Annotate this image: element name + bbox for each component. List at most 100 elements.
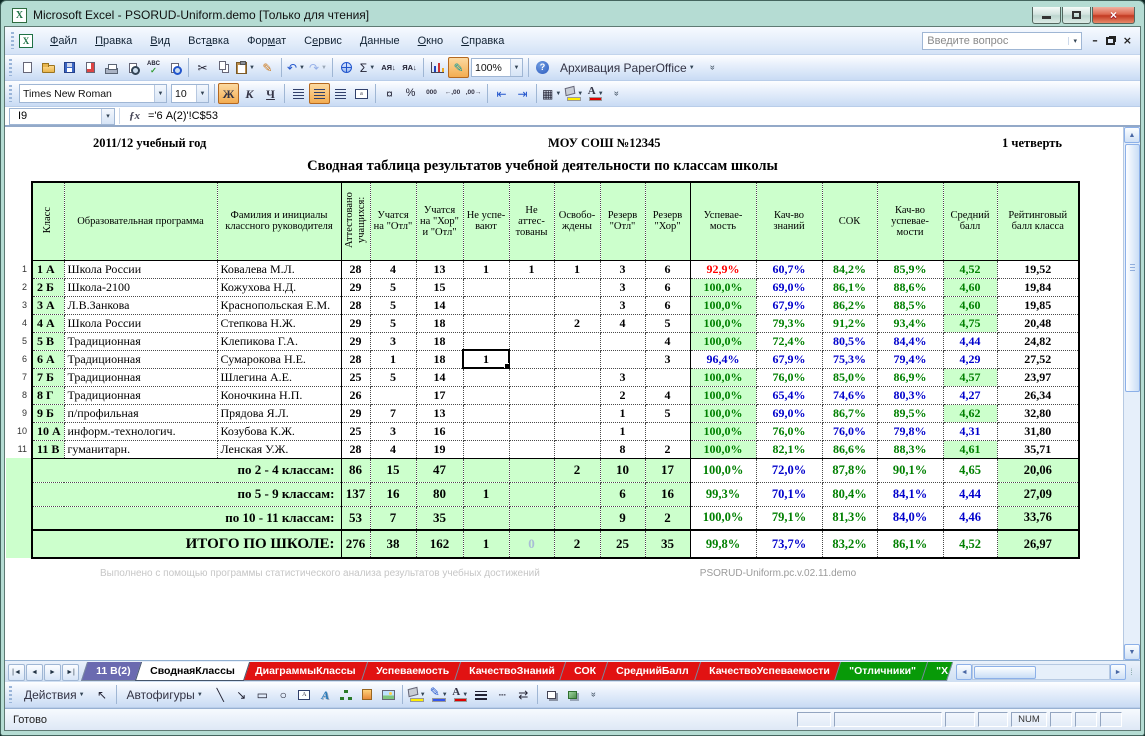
cell[interactable] (508, 457, 555, 483)
cell[interactable]: 92,9% (689, 259, 757, 279)
cell[interactable]: 26,97 (996, 529, 1080, 559)
increase-indent-icon[interactable]: ⇥ (512, 83, 533, 104)
cell[interactable]: 4,46 (942, 505, 998, 531)
cell[interactable]: 2 (553, 529, 601, 559)
cell[interactable]: 1 (508, 259, 555, 279)
class-cell[interactable]: 3 А (31, 295, 65, 315)
cell[interactable]: 100,0% (689, 505, 757, 531)
cell[interactable]: 80,5% (821, 331, 878, 351)
sort-ascending-icon[interactable]: АЯ↓ (378, 57, 399, 78)
cell[interactable]: 91,2% (821, 313, 878, 333)
tab-scroll-prev-icon[interactable]: ◄ (26, 663, 43, 681)
cell[interactable]: 2 (553, 313, 601, 333)
cell[interactable]: 4,52 (942, 259, 998, 279)
cell[interactable]: 100,0% (689, 277, 757, 297)
cell[interactable]: 79,3% (755, 313, 823, 333)
cell[interactable]: 13 (415, 403, 464, 423)
class-cell[interactable]: 9 Б (31, 403, 65, 423)
workbook-close-icon[interactable]: × (1123, 34, 1132, 47)
cell[interactable]: 88,5% (876, 295, 944, 315)
cell[interactable]: 4,60 (942, 295, 998, 315)
save-icon[interactable] (59, 57, 80, 78)
cell[interactable]: 67,9% (755, 349, 823, 369)
cell[interactable]: 82,1% (755, 439, 823, 459)
cell[interactable]: 0 (508, 529, 555, 559)
menu-item[interactable]: Окно (409, 31, 453, 51)
cell[interactable]: 4,75 (942, 313, 998, 333)
cell[interactable]: 24,82 (996, 331, 1080, 351)
menu-item[interactable]: Формат (238, 31, 295, 51)
align-left-icon[interactable] (288, 83, 309, 104)
cell[interactable]: 29 (340, 331, 371, 351)
cell[interactable]: 80,3% (876, 385, 944, 405)
cell[interactable] (553, 331, 601, 351)
maximize-button[interactable] (1062, 6, 1091, 24)
cell[interactable]: 7 (369, 505, 417, 531)
toolbar-grip[interactable] (9, 85, 12, 102)
cell[interactable]: 29 (340, 277, 371, 297)
cell[interactable]: 67,9% (755, 295, 823, 315)
cell[interactable]: 28 (340, 295, 371, 315)
help-icon[interactable]: ? (532, 57, 553, 78)
sheet-tab[interactable]: СводнаяКлассы (135, 662, 251, 681)
merge-center-icon[interactable]: а (351, 83, 372, 104)
cell[interactable]: 27,09 (996, 481, 1080, 507)
cell[interactable] (553, 439, 601, 459)
cell[interactable]: 6 (644, 295, 691, 315)
summary-label[interactable]: по 5 - 9 классам: (31, 481, 342, 507)
menu-item[interactable]: Справка (452, 31, 513, 51)
total-row[interactable]: ИТОГО ПО ШКОЛЕ: 276 38 162 1 0 2 25 35 99,8% 73,7%… (6, 529, 1080, 559)
summary-row[interactable]: по 5 - 9 классам: 137 16 80 1 6 16 99,3% 70,1% 80… (6, 481, 1080, 507)
bold-button[interactable]: Ж (218, 83, 239, 104)
summary-label[interactable]: ИТОГО ПО ШКОЛЕ: (31, 529, 342, 559)
thousands-separator-icon[interactable]: 000 (421, 83, 442, 104)
cell[interactable]: 3 (599, 295, 646, 315)
cell[interactable]: 4,27 (942, 385, 998, 405)
cell[interactable]: 16 (415, 421, 464, 441)
cell[interactable]: 19,52 (996, 259, 1080, 279)
cell[interactable]: 4,44 (942, 481, 998, 507)
sheet-tab[interactable]: Успеваемость (360, 662, 464, 681)
cell[interactable]: 4,65 (942, 457, 998, 483)
cell[interactable]: 20,48 (996, 313, 1080, 333)
table-row[interactable]: 66 А Традиционная Сумарокова Н.Е. 28 1 18 1 3 96… (6, 349, 1080, 369)
cell[interactable]: 19,85 (996, 295, 1080, 315)
cell[interactable]: 84,0% (876, 505, 944, 531)
cell[interactable]: 1 (599, 421, 646, 441)
cell[interactable]: 100,0% (689, 421, 757, 441)
textbox-icon[interactable]: А (294, 684, 315, 705)
cell[interactable]: 4,61 (942, 439, 998, 459)
cell[interactable]: 16 (369, 481, 417, 507)
cell[interactable] (553, 277, 601, 297)
cell[interactable]: 18 (415, 313, 464, 333)
cell[interactable]: 88,6% (876, 277, 944, 297)
sheet-tab[interactable]: ДиаграммыКлассы (240, 662, 371, 681)
cell[interactable] (508, 313, 555, 333)
title-bar[interactable]: Microsoft Excel - PSORUD-Uniform.demo [Т… (4, 1, 1141, 26)
cell[interactable]: 3 (599, 277, 646, 297)
redo-icon[interactable]: ↷ ▼ (307, 57, 329, 78)
cell[interactable] (644, 421, 691, 441)
shadow-style-icon[interactable] (541, 684, 562, 705)
cell[interactable]: 100,0% (689, 313, 757, 333)
table-row[interactable]: 33 А Л.В.Занкова Краснопольская Е.М. 28 5 14 3… (6, 295, 1080, 315)
cell[interactable]: 3 (644, 349, 691, 369)
cell[interactable]: Школа-2100 (63, 277, 218, 297)
toolbar-grip[interactable] (9, 59, 12, 76)
cell[interactable]: 84,4% (876, 331, 944, 351)
cell[interactable]: Традиционная (63, 367, 218, 387)
cell[interactable]: 2 (553, 457, 601, 483)
cell[interactable]: 4 (644, 331, 691, 351)
cell[interactable]: 4,60 (942, 277, 998, 297)
paste-icon[interactable]: ▼ (234, 57, 257, 78)
cell[interactable] (462, 277, 510, 297)
cell[interactable]: Краснопольская Е.М. (216, 295, 342, 315)
tab-split-handle[interactable]: ⁞ (1126, 667, 1138, 677)
cell[interactable]: 25 (340, 421, 371, 441)
cell[interactable] (462, 505, 510, 531)
cell[interactable]: 84,2% (821, 259, 878, 279)
cell[interactable]: 35,71 (996, 439, 1080, 459)
decrease-decimal-icon[interactable]: ,00→ (463, 83, 484, 104)
cell[interactable]: п/профильная (63, 403, 218, 423)
font-size-combo[interactable]: 10 ▼ (171, 84, 209, 103)
